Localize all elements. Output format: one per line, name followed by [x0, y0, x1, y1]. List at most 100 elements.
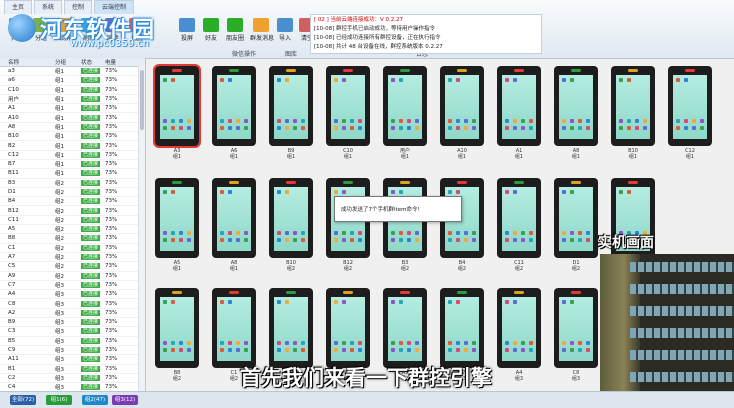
app-icon	[391, 126, 395, 130]
app-icon	[391, 238, 395, 242]
device-row[interactable]: C7 组3 已连接 73%	[0, 281, 145, 291]
phone-group-label: 组3	[514, 376, 524, 382]
phone-screen-tile[interactable]	[554, 178, 598, 258]
app-icon	[456, 238, 460, 242]
device-row[interactable]: C5 组2 已连接 73%	[0, 262, 145, 272]
device-row[interactable]: B12 组2 已连接 73%	[0, 206, 145, 216]
device-group: 组3	[55, 310, 64, 317]
phone-screen-tile[interactable]	[440, 288, 484, 368]
app-icon	[171, 119, 175, 123]
device-row[interactable]: C12 组1 已连接 73%	[0, 151, 145, 160]
app-icon	[570, 119, 574, 123]
phone-screen-tile[interactable]	[668, 66, 712, 146]
phone-screen-tile[interactable]	[269, 178, 313, 258]
group-filter-button[interactable]: 全部(72)	[10, 395, 36, 405]
device-row[interactable]: A2 组3 已连接 73%	[0, 309, 145, 319]
notification-dialog[interactable]: 成功发送了7个手机群Item命令!	[334, 196, 462, 222]
status-badge: 已连接	[81, 179, 101, 186]
app-icon	[277, 119, 281, 123]
device-group: 组2	[55, 199, 64, 206]
device-row[interactable]: B7 组1 已连接 73%	[0, 160, 145, 170]
device-row[interactable]: B9 组3 已连接 73%	[0, 318, 145, 328]
phone-screen-tile[interactable]	[326, 66, 370, 146]
app-icon	[529, 231, 533, 235]
device-row[interactable]: A4 组3 已连接 73%	[0, 290, 145, 300]
phone-screen-tile[interactable]	[611, 66, 655, 146]
app-icon	[399, 348, 403, 352]
device-row[interactable]: a3 组1 已连接 73%	[0, 67, 145, 77]
phone-screen-tile[interactable]	[269, 288, 313, 368]
phone-screen-tile[interactable]	[383, 288, 427, 368]
device-row[interactable]: C4 组3 已连接 73%	[0, 383, 145, 391]
phone-screen-tile[interactable]	[212, 66, 256, 146]
phone-screen-tile[interactable]	[212, 288, 256, 368]
overlay-title: 实机画面	[598, 235, 654, 251]
device-row[interactable]: A8 组1 已连接 73%	[0, 123, 145, 133]
header-name[interactable]: 名称	[0, 58, 55, 66]
header-status[interactable]: 状态	[81, 58, 105, 66]
device-row[interactable]: C3 组3 已连接 73%	[0, 327, 145, 337]
device-row[interactable]: B2 组1 已连接 73%	[0, 141, 145, 151]
device-row[interactable]: A11 组3 已连接 73%	[0, 355, 145, 365]
device-row[interactable]: 用户 组1 已连接 73%	[0, 95, 145, 105]
phone-screen-tile[interactable]	[497, 178, 541, 258]
device-row[interactable]: B11 组1 已连接 73%	[0, 169, 145, 179]
device-row[interactable]: B1 组3 已连接 73%	[0, 365, 145, 374]
phone-screen-tile[interactable]	[326, 288, 370, 368]
device-row[interactable]: A1 组1 已连接 73%	[0, 104, 145, 114]
header-group[interactable]: 分组	[55, 58, 81, 66]
phone-group-label: 组1	[229, 154, 239, 160]
device-row[interactable]: D1 组2 已连接 73%	[0, 188, 145, 198]
device-row[interactable]: A9 组2 已连接 73%	[0, 272, 145, 281]
scrollbar-thumb[interactable]	[140, 70, 144, 130]
group-filter-button[interactable]: 组2(47)	[82, 395, 108, 405]
ribbon-button[interactable]: 导入	[274, 18, 296, 42]
app-icon	[163, 190, 167, 194]
device-row[interactable]: B8 组2 已连接 73%	[0, 234, 145, 244]
device-row[interactable]: A10 组1 已连接 73%	[0, 113, 145, 123]
device-row[interactable]: C2 组3 已连接 73%	[0, 374, 145, 384]
header-battery[interactable]: 电量	[105, 58, 135, 66]
phone-status-led	[229, 181, 239, 184]
device-row[interactable]: B10 组1 已连接 73%	[0, 132, 145, 142]
device-row[interactable]: B3 组2 已连接 73%	[0, 179, 145, 188]
ribbon-button[interactable]: 朋友圈	[224, 18, 246, 42]
phone-screen-tile[interactable]	[497, 66, 541, 146]
tab-home[interactable]: 主页	[4, 0, 33, 14]
ribbon-button[interactable]: 群发消息	[250, 18, 274, 42]
group-filter-button[interactable]: 组1(6)	[46, 395, 72, 405]
ribbon-button[interactable]: 好友	[200, 18, 222, 42]
ribbon-button[interactable]: 投屏	[176, 18, 198, 42]
phone-screen-tile[interactable]	[383, 66, 427, 146]
phone-screen-tile[interactable]	[497, 288, 541, 368]
app-icon	[350, 341, 354, 345]
device-group: 组2	[55, 255, 64, 262]
phone-screen-tile[interactable]	[554, 288, 598, 368]
device-group: 组1	[55, 106, 64, 113]
app-icon	[448, 119, 452, 123]
device-battery: 73%	[105, 123, 118, 130]
device-battery: 73%	[105, 254, 118, 261]
phone-screen-tile[interactable]	[440, 66, 484, 146]
device-row[interactable]: C9 组3 已连接 73%	[0, 346, 145, 356]
device-row[interactable]: a6 组1 已连接 73%	[0, 76, 145, 86]
phone-screen-tile[interactable]	[155, 288, 199, 368]
device-row[interactable]: B5 组3 已连接 73%	[0, 337, 145, 346]
device-row[interactable]: A5 组2 已连接 73%	[0, 225, 145, 235]
phone-screen-tile[interactable]	[212, 178, 256, 258]
phone-group-label: 组1	[628, 154, 638, 160]
phone-screen-tile[interactable]	[269, 66, 313, 146]
device-row[interactable]: A7 组2 已连接 73%	[0, 253, 145, 263]
device-row[interactable]: B4 组2 已连接 73%	[0, 197, 145, 207]
device-row[interactable]: C1 组2 已连接 73%	[0, 244, 145, 253]
group-filter-button[interactable]: 组3(12)	[112, 395, 138, 405]
phone-screen-tile[interactable]	[554, 66, 598, 146]
device-row[interactable]: C8 组3 已连接 73%	[0, 299, 145, 309]
phone-screen-tile[interactable]	[153, 64, 201, 148]
status-badge: 已连接	[81, 226, 101, 233]
device-row[interactable]: C11 组2 已连接 73%	[0, 216, 145, 226]
device-row[interactable]: C10 组1 已连接 73%	[0, 86, 145, 95]
device-group: 组1	[55, 97, 64, 104]
phone-screen-tile[interactable]	[155, 178, 199, 258]
device-list-scrollbar[interactable]	[138, 66, 145, 391]
